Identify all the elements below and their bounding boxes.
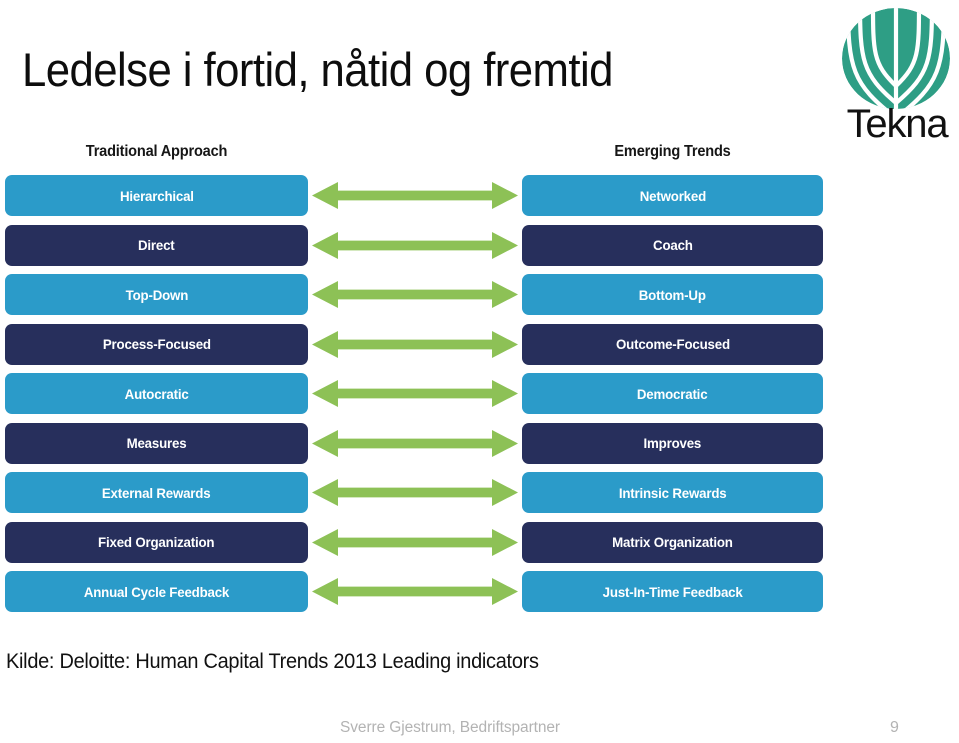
double-arrow-icon <box>312 478 518 507</box>
source-note: Kilde: Deloitte: Human Capital Trends 20… <box>6 650 539 673</box>
traditional-box-label: Fixed Organization <box>98 534 215 550</box>
emerging-box-label: Just-In-Time Feedback <box>602 583 743 600</box>
double-arrow-icon <box>312 528 518 557</box>
traditional-box-label: Annual Cycle Feedback <box>83 583 230 600</box>
double-arrow-icon <box>312 280 518 309</box>
tekna-arch-mark-icon <box>842 8 950 109</box>
emerging-box-label: Outcome-Focused <box>615 336 730 352</box>
tekna-wordmark: Tekna <box>846 102 949 146</box>
traditional-box: Hierarchical <box>5 175 308 216</box>
traditional-box: Annual Cycle Feedback <box>5 571 308 612</box>
comparison-row: Measures Improves <box>0 422 840 464</box>
traditional-box-label: Top-Down <box>125 286 188 303</box>
double-arrow-icon <box>312 379 518 408</box>
comparison-row: Hierarchical Networked <box>0 175 840 216</box>
traditional-box-label: Autocratic <box>124 385 189 402</box>
double-arrow-icon <box>312 577 518 606</box>
column-header-traditional: Traditional Approach <box>85 143 228 160</box>
emerging-box-label: Coach <box>652 237 693 253</box>
comparison-row: Autocratic Democratic <box>0 373 840 414</box>
traditional-box: External Rewards <box>5 472 308 513</box>
traditional-box: Fixed Organization <box>5 521 308 563</box>
traditional-box: Measures <box>5 422 308 464</box>
emerging-box-label: Improves <box>643 435 702 451</box>
comparison-row: Annual Cycle Feedback Just-In-Time Feedba… <box>0 571 840 612</box>
traditional-box: Autocratic <box>5 373 308 414</box>
traditional-box: Process-Focused <box>5 323 308 365</box>
comparison-row: Top-Down Bottom-Up <box>0 274 840 315</box>
double-arrow-icon <box>312 429 518 458</box>
traditional-box-label: Hierarchical <box>119 187 194 204</box>
traditional-box: Top-Down <box>5 274 308 315</box>
footer-author: Sverre Gjestrum, Bedriftspartner <box>340 719 560 736</box>
page-number: 9 <box>890 719 899 736</box>
emerging-box-label: Intrinsic Rewards <box>618 484 727 501</box>
emerging-box-label: Democratic <box>637 385 708 402</box>
traditional-box-label: External Rewards <box>102 484 211 501</box>
emerging-box-label: Bottom-Up <box>638 286 706 303</box>
double-arrow-icon <box>312 181 518 210</box>
double-arrow-icon <box>312 330 518 359</box>
emerging-box: Democratic <box>522 373 823 414</box>
traditional-box-label: Process-Focused <box>102 336 211 352</box>
comparison-row: Fixed Organization Matrix Organization <box>0 521 840 563</box>
traditional-box: Direct <box>5 224 308 266</box>
emerging-box-label: Matrix Organization <box>612 534 733 550</box>
emerging-box: Coach <box>522 224 823 266</box>
double-arrow-icon <box>312 231 518 260</box>
comparison-row: Direct Coach <box>0 224 840 266</box>
emerging-box: Just-In-Time Feedback <box>522 571 823 612</box>
emerging-box: Bottom-Up <box>522 274 823 315</box>
page-title: Ledelse i fortid, nåtid og fremtid <box>22 43 613 96</box>
column-header-emerging: Emerging Trends <box>614 143 731 160</box>
comparison-row: Process-Focused Outcome-Focused <box>0 323 840 365</box>
traditional-vs-emerging-diagram: Traditional Approach Emerging Trends Hie… <box>0 143 840 623</box>
emerging-box: Networked <box>522 175 823 216</box>
emerging-box: Matrix Organization <box>522 521 823 563</box>
comparison-row: External Rewards Intrinsic Rewards <box>0 472 840 513</box>
emerging-box-label: Networked <box>639 187 706 204</box>
emerging-box: Outcome-Focused <box>522 323 823 365</box>
emerging-box: Intrinsic Rewards <box>522 472 823 513</box>
emerging-box: Improves <box>522 422 823 464</box>
traditional-box-label: Direct <box>138 237 175 253</box>
traditional-box-label: Measures <box>126 435 187 451</box>
tekna-logo: Tekna <box>838 8 956 146</box>
